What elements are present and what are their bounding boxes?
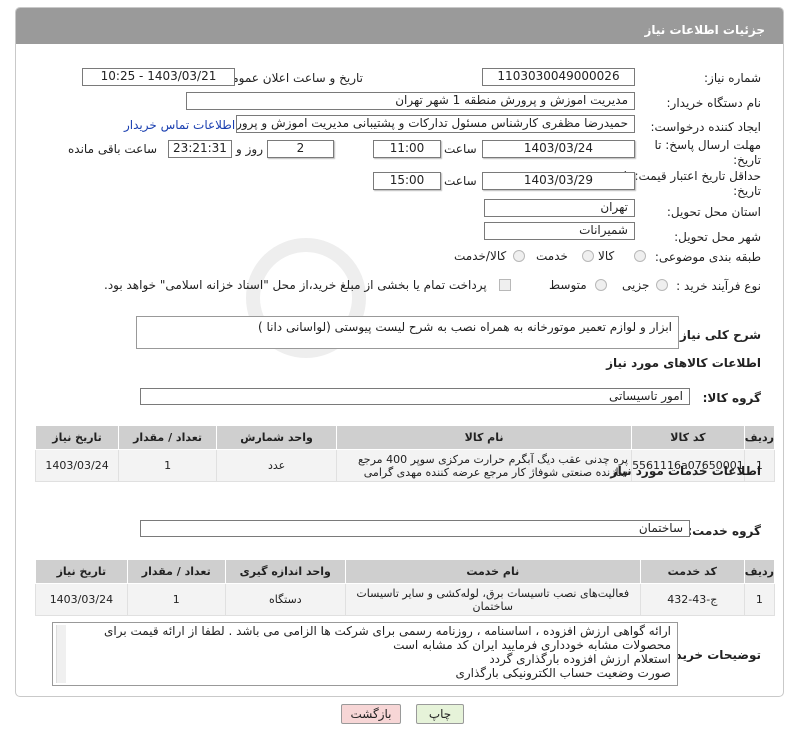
purchase-option-medium: متوسط	[549, 278, 587, 292]
city-label: شهر محل تحویل:	[674, 230, 761, 244]
requester-value: حمیدرضا مظفری کارشناس مسئول تدارکات و پش…	[236, 115, 635, 133]
goods-cell-unit: عدد	[216, 449, 338, 482]
buyer-org-label: نام دستگاه خریدار:	[666, 96, 762, 110]
panel-header: جزئیات اطلاعات نیاز	[16, 8, 783, 44]
buyer-note-line: محصولات مشابه خودداری فرمایید ایران کد م…	[393, 638, 671, 652]
category-radio-service[interactable]	[582, 250, 594, 262]
price-time-value: 15:00	[373, 172, 441, 190]
buyer-org-value: مدیریت اموزش و پرورش منطقه 1 شهر تهران	[186, 92, 635, 110]
services-col-qty: تعداد / مقدار	[126, 559, 226, 584]
services-col-name: نام خدمت	[344, 559, 641, 584]
announce-datetime-value: 1403/03/21 - 10:25	[82, 68, 235, 86]
category-option-goods-service: کالا/خدمت	[454, 249, 507, 263]
reply-time-label: ساعت	[444, 142, 477, 156]
reply-days-value: 2	[267, 140, 334, 158]
services-cell-row: 1	[743, 583, 776, 616]
service-group-label: گروه خدمت:	[687, 524, 761, 538]
payment-note: پرداخت تمام یا بخشی از مبلغ خرید،از محل …	[104, 278, 487, 292]
services-info-title: اطلاعات خدمات مورد نیاز	[610, 464, 761, 478]
goods-group-value: امور تاسیساتی	[140, 388, 690, 405]
reply-deadline-label: مهلت ارسال پاسخ: تا تاریخ:	[654, 138, 761, 167]
goods-cell-name: پره چدنی عقب دیگ آبگرم حرارت مرکزی سوپر …	[336, 449, 633, 482]
category-option-service: خدمت	[536, 249, 568, 263]
goods-cell-qty: 1	[118, 449, 218, 482]
price-time-label: ساعت	[444, 174, 477, 188]
purchase-radio-medium[interactable]	[595, 279, 607, 291]
payment-checkbox[interactable]	[499, 279, 511, 291]
services-col-date: تاریخ نیاز	[35, 559, 128, 584]
general-desc-label: شرح کلی نیاز:	[675, 328, 761, 342]
goods-col-date: تاریخ نیاز	[34, 425, 120, 450]
goods-info-title: اطلاعات کالاهای مورد نیاز	[606, 356, 761, 370]
services-cell-qty: 1	[126, 583, 226, 616]
purchase-radio-minor[interactable]	[656, 279, 668, 291]
services-col-unit: واحد اندازه گیری	[224, 559, 346, 584]
buyer-note-line: استعلام ارزش افزوده بارگذاری گردد	[489, 652, 671, 666]
services-cell-code: ج-43-432	[639, 583, 745, 616]
buyer-contact-link[interactable]: اطلاعات تماس خریدار	[124, 118, 235, 132]
remaining-time-value: 23:21:31	[168, 140, 232, 158]
table-row: 1 ج-43-432 فعالیت‌های نصب تاسیسات برق، ل…	[35, 583, 776, 616]
need-details-panel: جزئیات اطلاعات نیاز شماره نیاز: 11030300…	[15, 7, 784, 697]
services-cell-date: 1403/03/24	[35, 583, 128, 616]
city-value: شمیرانات	[484, 222, 635, 240]
category-label: طبقه بندی موضوعی:	[654, 250, 761, 264]
buyer-notes-textarea[interactable]: ارائه گواهی ارزش افزوده ، اساسنامه ، روز…	[52, 622, 678, 686]
need-number-value: 1103030049000026	[482, 68, 635, 86]
service-group-value: ساختمان	[140, 520, 690, 537]
day-and-label: روز و	[236, 142, 263, 156]
goods-group-label: گروه کالا:	[702, 391, 761, 405]
reply-time-value: 11:00	[373, 140, 441, 158]
reply-date-value: 1403/03/24	[482, 140, 635, 158]
goods-col-row: ردیف	[743, 425, 776, 450]
print-button[interactable]: چاپ	[416, 704, 464, 724]
category-radio-goods[interactable]	[634, 250, 646, 262]
purchase-option-minor: جزیی	[622, 278, 650, 292]
services-table: ردیف کد خدمت نام خدمت واحد اندازه گیری ت…	[35, 559, 776, 616]
services-table-header: ردیف کد خدمت نام خدمت واحد اندازه گیری ت…	[35, 559, 776, 584]
services-col-row: ردیف	[743, 559, 776, 584]
category-option-goods: کالا	[598, 249, 615, 263]
price-date-value: 1403/03/29	[482, 172, 635, 190]
requester-label: ایجاد کننده درخواست:	[650, 120, 761, 134]
services-col-code: کد خدمت	[639, 559, 745, 584]
back-button[interactable]: بازگشت	[341, 704, 401, 724]
goods-col-name: نام کالا	[336, 425, 633, 450]
buyer-note-line: صورت وضعیت حساب الکترونیکی بارگذاری	[455, 666, 671, 680]
buyer-note-line: ارائه گواهی ارزش افزوده ، اساسنامه ، روز…	[104, 624, 671, 638]
need-number-label: شماره نیاز:	[704, 71, 761, 85]
goods-col-unit: واحد شمارش	[216, 425, 338, 450]
goods-col-qty: تعداد / مقدار	[118, 425, 218, 450]
services-cell-unit: دستگاه	[224, 583, 346, 616]
notes-scrollbar[interactable]	[56, 625, 66, 683]
general-desc-textarea[interactable]: ابزار و لوازم تعمیر موتورخانه به همراه ن…	[136, 316, 679, 349]
goods-col-code: کد کالا	[631, 425, 745, 450]
goods-table-header: ردیف کد کالا نام کالا واحد شمارش تعداد /…	[34, 425, 776, 450]
services-cell-name: فعالیت‌های نصب تاسیسات برق، لوله‌کشی و س…	[344, 583, 641, 616]
price-validity-label: حداقل تاریخ اعتبار قیمت: تا تاریخ:	[623, 169, 761, 198]
province-label: استان محل تحویل:	[666, 205, 761, 219]
announce-datetime-label: تاریخ و ساعت اعلان عمومی:	[218, 71, 363, 85]
goods-cell-date: 1403/03/24	[34, 449, 120, 482]
remaining-label: ساعت باقی مانده	[68, 142, 158, 156]
province-value: تهران	[484, 199, 635, 217]
category-radio-goods-service[interactable]	[513, 250, 525, 262]
purchase-type-label: نوع فرآیند خرید :	[676, 279, 761, 293]
